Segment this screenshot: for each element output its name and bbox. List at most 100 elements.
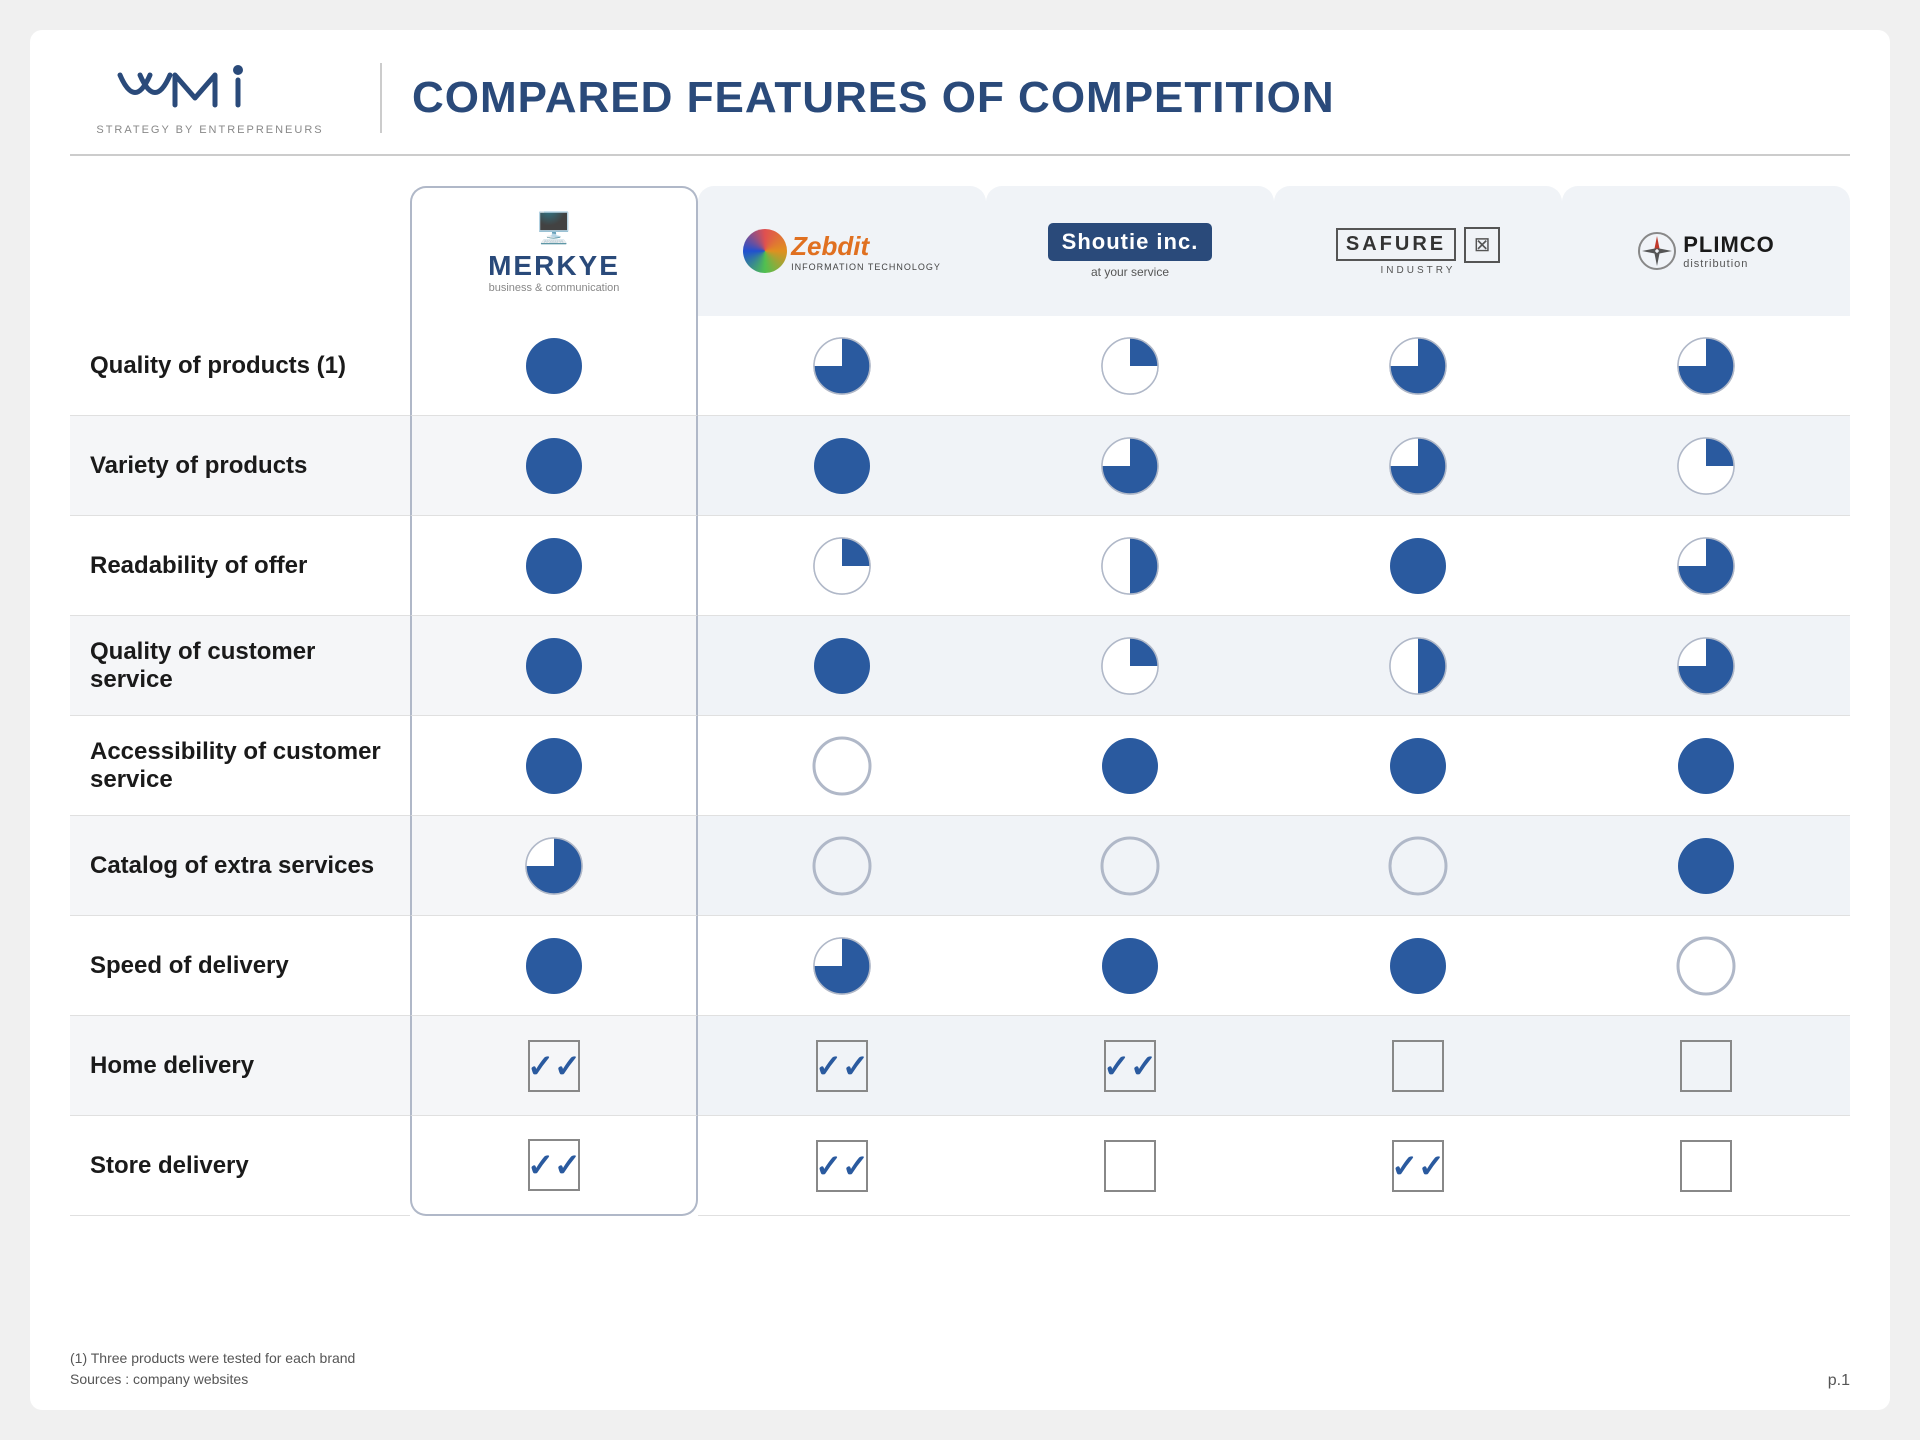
check-box-checked: ✓ <box>816 1140 868 1192</box>
pie-partial-icon <box>1674 434 1738 498</box>
logo-subtitle: STRATEGY BY ENTREPRENEURS <box>96 124 323 136</box>
feature-label: Quality of customer service <box>70 616 410 716</box>
table-cell <box>698 316 986 416</box>
footer-note1: (1) Three products were tested for each … <box>70 1348 355 1369</box>
check-box-checked: ✓ <box>1104 1040 1156 1092</box>
pie-full-icon <box>1098 934 1162 998</box>
table-cell <box>410 416 698 516</box>
table-cell <box>986 416 1274 516</box>
pie-full-icon <box>1674 834 1738 898</box>
pie-partial-icon <box>1098 334 1162 398</box>
pie-full-icon <box>522 434 586 498</box>
check-box-checked: ✓ <box>528 1139 580 1191</box>
table-cell <box>986 516 1274 616</box>
header-divider <box>380 63 382 133</box>
table-cell <box>1562 516 1850 616</box>
feature-label: Readability of offer <box>70 516 410 616</box>
merkye-name: MERKYE <box>488 250 620 282</box>
footer-notes: (1) Three products were tested for each … <box>70 1348 355 1390</box>
pie-full-icon <box>522 734 586 798</box>
pie-partial-icon <box>1098 534 1162 598</box>
pie-empty-icon <box>1386 834 1450 898</box>
pie-empty-icon <box>810 834 874 898</box>
table-cell <box>1274 416 1562 516</box>
table-cell <box>1562 416 1850 516</box>
pie-partial-icon <box>1098 634 1162 698</box>
table-cell <box>410 516 698 616</box>
plimco-name: PLIMCO <box>1683 232 1775 258</box>
check-box-empty <box>1104 1140 1156 1192</box>
zebdit-subtitle: information technology <box>791 262 941 272</box>
pie-empty-icon <box>1098 834 1162 898</box>
pie-partial-icon <box>810 934 874 998</box>
table-cell <box>1562 916 1850 1016</box>
table-cell <box>410 316 698 416</box>
feature-label: Variety of products <box>70 416 410 516</box>
pie-full-icon <box>1674 734 1738 798</box>
pie-full-icon <box>1386 934 1450 998</box>
pie-full-icon <box>522 334 586 398</box>
pie-full-icon <box>1386 734 1450 798</box>
table-cell <box>986 1116 1274 1216</box>
brand-header-merkye: 🖥️ MERKYE business & communication <box>410 186 698 316</box>
table-cell <box>986 716 1274 816</box>
table-cell <box>1562 816 1850 916</box>
feature-label: Home delivery <box>70 1016 410 1116</box>
pie-partial-icon <box>1098 434 1162 498</box>
footer-page: p.1 <box>1828 1372 1850 1390</box>
check-box-checked: ✓ <box>528 1040 580 1092</box>
feature-label: Catalog of extra services <box>70 816 410 916</box>
table-cell: ✓ <box>410 1016 698 1116</box>
comparison-table: 🖥️ MERKYE business & communication Zebdi… <box>70 186 1850 1216</box>
shoutie-subtitle: at your service <box>1091 265 1169 279</box>
table-cell <box>410 816 698 916</box>
pie-partial-icon <box>810 334 874 398</box>
table-cell <box>1274 816 1562 916</box>
table-cell <box>698 616 986 716</box>
merkye-icon: 🖥️ <box>535 211 572 246</box>
plimco-text: PLIMCO distribution <box>1683 232 1775 270</box>
brand-header-shoutie: Shoutie inc. at your service <box>986 186 1274 316</box>
table-cell <box>1562 616 1850 716</box>
pie-partial-icon <box>1386 334 1450 398</box>
safure-icon: ⊠ <box>1464 227 1500 263</box>
logo-area: STRATEGY BY ENTREPRENEURS <box>70 60 350 136</box>
table-cell <box>986 616 1274 716</box>
zebdit-orb <box>743 229 787 273</box>
pie-full-icon <box>522 634 586 698</box>
plimco-subtitle: distribution <box>1683 258 1775 270</box>
table-cell <box>1274 716 1562 816</box>
pie-partial-icon <box>1674 534 1738 598</box>
zebdit-text: Zebdit information technology <box>791 231 941 272</box>
table-cell <box>698 416 986 516</box>
footer-note2: Sources : company websites <box>70 1369 355 1390</box>
check-box-checked: ✓ <box>816 1040 868 1092</box>
table-cell <box>410 716 698 816</box>
pie-full-icon <box>522 534 586 598</box>
pie-partial-icon <box>1674 634 1738 698</box>
merkye-subtitle: business & communication <box>489 282 620 294</box>
table-cell: ✓ <box>698 1016 986 1116</box>
pie-full-icon <box>522 934 586 998</box>
table-cell: ✓ <box>1274 1116 1562 1216</box>
safure-subtitle: INDUSTRY <box>1381 265 1456 276</box>
pie-partial-icon <box>1386 434 1450 498</box>
safure-wrap: SAFURE ⊠ <box>1336 227 1500 263</box>
check-box-empty <box>1680 1140 1732 1192</box>
page-title: COMPARED FEATURES OF COMPETITION <box>412 73 1335 123</box>
plimco-compass-icon <box>1637 231 1677 271</box>
brand-header-zebdit: Zebdit information technology <box>698 186 986 316</box>
table-grid: 🖥️ MERKYE business & communication Zebdi… <box>70 186 1850 1216</box>
table-cell <box>1274 516 1562 616</box>
pie-empty-icon <box>1674 934 1738 998</box>
safure-name: SAFURE <box>1336 228 1456 261</box>
pie-full-icon <box>810 434 874 498</box>
table-cell <box>1562 1116 1850 1216</box>
pie-full-icon <box>1098 734 1162 798</box>
table-cell <box>1274 616 1562 716</box>
slide: STRATEGY BY ENTREPRENEURS COMPARED FEATU… <box>30 30 1890 1410</box>
table-cell <box>986 816 1274 916</box>
brand-header-safure: SAFURE ⊠ INDUSTRY <box>1274 186 1562 316</box>
table-cell <box>1562 716 1850 816</box>
table-cell <box>1562 316 1850 416</box>
